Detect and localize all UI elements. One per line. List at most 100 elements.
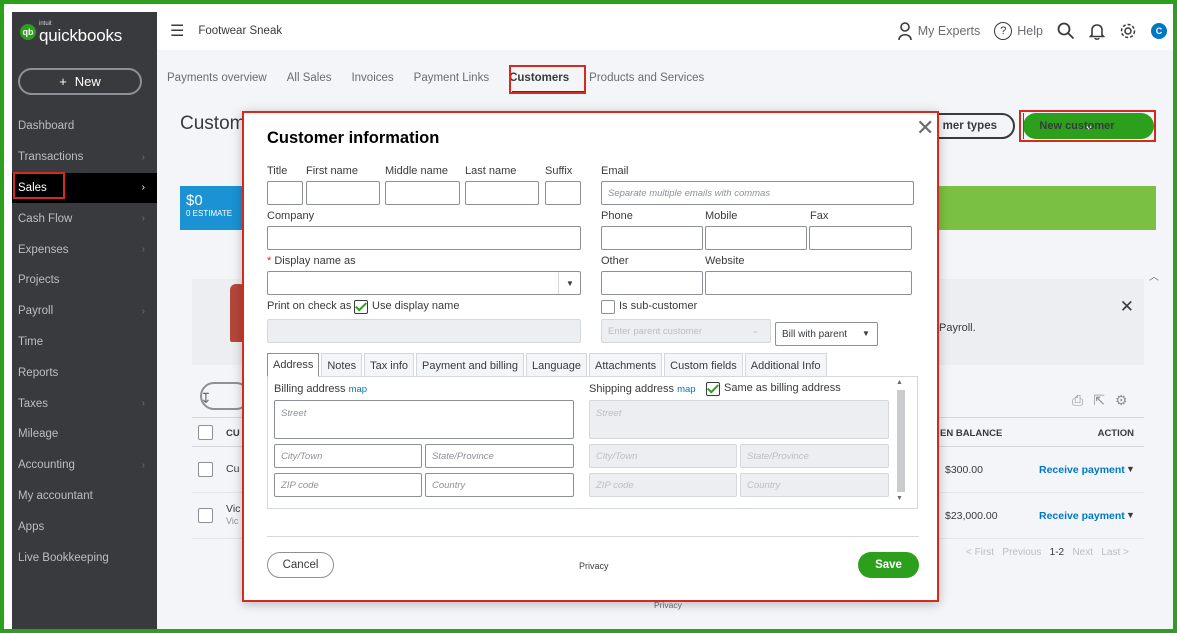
mobile-field[interactable] [705, 226, 807, 250]
billing-zip-field[interactable]: ZIP code [274, 473, 422, 497]
hamburger-menu-icon[interactable]: ☰ [170, 21, 184, 41]
gear-icon[interactable] [1119, 22, 1137, 40]
tab-payments-overview[interactable]: Payments overview [157, 62, 277, 94]
title-field[interactable] [267, 181, 303, 205]
next-page-link[interactable]: Next [1072, 547, 1093, 558]
tab-payment-and-billing[interactable]: Payment and billing [416, 353, 525, 377]
save-button[interactable]: Save [858, 552, 919, 578]
select-all-checkbox[interactable] [198, 425, 213, 440]
scroll-down-icon[interactable]: ▼ [896, 495, 903, 502]
receive-payment-link[interactable]: Receive payment [1039, 510, 1125, 522]
billing-map-link[interactable]: map [349, 384, 367, 395]
sidebar-item-my-accountant[interactable]: My accountant [12, 481, 157, 512]
parent-customer-select[interactable]: Enter parent customer [601, 319, 771, 343]
first-name-field[interactable] [306, 181, 380, 205]
scroll-up-icon[interactable]: ▲ [896, 379, 903, 386]
tab-attachments[interactable]: Attachments [589, 353, 663, 377]
chevron-down-icon[interactable]: ▼ [566, 279, 574, 288]
company-field[interactable] [267, 226, 581, 250]
same-as-billing-checkbox[interactable] [706, 382, 720, 396]
website-field[interactable] [705, 271, 912, 295]
settings-icon[interactable]: ⚙ [1115, 392, 1128, 409]
sidebar-item-transactions[interactable]: Transactions › [12, 142, 157, 173]
search-icon[interactable] [1057, 22, 1075, 40]
action-dropdown-icon[interactable]: ▼ [1126, 464, 1135, 474]
billing-state-field[interactable]: State/Province [425, 444, 574, 468]
billing-country-field[interactable]: Country [425, 473, 574, 497]
last-name-field[interactable] [465, 181, 539, 205]
tab-tax-info[interactable]: Tax info [364, 353, 415, 377]
sidebar-item-time[interactable]: Time [12, 327, 157, 358]
tab-additional-info[interactable]: Additional Info [744, 353, 827, 377]
row-checkbox[interactable] [198, 508, 213, 523]
shipping-state-field[interactable]: State/Province [740, 444, 889, 468]
fax-field[interactable] [809, 226, 912, 250]
row-checkbox[interactable] [198, 462, 213, 477]
middle-name-field[interactable] [385, 181, 460, 205]
header-open-balance[interactable]: EN BALANCE [940, 428, 1002, 439]
receive-payment-link[interactable]: Receive payment [1039, 464, 1125, 476]
panel-scrollbar[interactable]: ▲ ▼ [895, 379, 907, 505]
tab-all-sales[interactable]: All Sales [277, 62, 342, 94]
new-button[interactable]: + New [18, 68, 142, 95]
customer-name[interactable]: Cu [226, 463, 239, 475]
collapse-up-icon[interactable]: ︿ [1149, 268, 1159, 283]
quickbooks-logo[interactable]: qb intuit quickbooks [20, 18, 122, 46]
sidebar-item-payroll[interactable]: Payroll › [12, 296, 157, 327]
shipping-city-field[interactable]: City/Town [589, 444, 737, 468]
shipping-map-link[interactable]: map [677, 384, 695, 395]
privacy-link[interactable]: Privacy [579, 561, 609, 571]
sidebar-item-accounting[interactable]: Accounting › [12, 450, 157, 481]
sidebar-item-cash-flow[interactable]: Cash Flow › [12, 203, 157, 234]
sidebar-item-reports[interactable]: Reports [12, 357, 157, 388]
sidebar-item-live-bookkeeping[interactable]: Live Bookkeeping [12, 542, 157, 573]
sort-icon[interactable]: ↧ [200, 390, 212, 407]
first-page-link[interactable]: < First [966, 547, 994, 558]
scrollbar-thumb[interactable] [897, 390, 905, 492]
display-name-select[interactable] [267, 271, 581, 295]
sidebar-item-taxes[interactable]: Taxes › [12, 388, 157, 419]
help-link[interactable]: ? Help [994, 22, 1043, 40]
close-icon[interactable]: ✕ [916, 115, 934, 141]
customer-name[interactable]: Vic [226, 503, 240, 515]
header-customer[interactable]: CU [226, 428, 240, 439]
is-sub-customer-checkbox[interactable] [601, 300, 615, 314]
phone-field[interactable] [601, 226, 703, 250]
tab-payment-links[interactable]: Payment Links [404, 62, 499, 94]
shipping-zip-field[interactable]: ZIP code [589, 473, 737, 497]
my-experts-link[interactable]: My Experts [897, 21, 980, 41]
bell-icon[interactable] [1089, 22, 1105, 40]
chevron-down-icon[interactable]: ▼ [862, 329, 870, 338]
paid-money-bar[interactable] [932, 186, 1156, 230]
cancel-button[interactable]: Cancel [267, 552, 334, 578]
last-page-link[interactable]: Last > [1101, 547, 1129, 558]
previous-page-link[interactable]: Previous [1002, 547, 1041, 558]
avatar[interactable]: C [1151, 23, 1167, 39]
tab-notes[interactable]: Notes [321, 353, 363, 377]
sidebar-item-sales[interactable]: Sales › [12, 172, 157, 204]
sidebar-item-projects[interactable]: Projects [12, 265, 157, 296]
billing-city-field[interactable]: City/Town [274, 444, 422, 468]
export-icon[interactable]: ⇱ [1093, 392, 1105, 409]
tab-products-and-services[interactable]: Products and Services [579, 62, 714, 94]
print-on-check-field[interactable] [267, 319, 581, 343]
action-dropdown-icon[interactable]: ▼ [1126, 510, 1135, 520]
sidebar-item-apps[interactable]: Apps [12, 511, 157, 542]
email-field[interactable]: Separate multiple emails with commas [601, 181, 914, 205]
print-icon[interactable]: ⎙ [1072, 392, 1083, 409]
use-display-name-checkbox[interactable] [354, 300, 368, 314]
other-field[interactable] [601, 271, 703, 295]
sidebar-item-dashboard[interactable]: Dashboard [12, 111, 157, 142]
shipping-street-field[interactable]: Street [589, 400, 889, 439]
tab-custom-fields[interactable]: Custom fields [664, 353, 743, 377]
shipping-country-field[interactable]: Country [740, 473, 889, 497]
tab-invoices[interactable]: Invoices [341, 62, 403, 94]
billing-street-field[interactable]: Street [274, 400, 574, 439]
close-banner-icon[interactable]: ✕ [1120, 297, 1134, 317]
estimate-money-bar[interactable]: $0 0 ESTIMATE [180, 186, 244, 230]
sidebar-item-mileage[interactable]: Mileage [12, 419, 157, 450]
suffix-field[interactable] [545, 181, 581, 205]
sidebar-item-expenses[interactable]: Expenses › [12, 234, 157, 265]
tab-language[interactable]: Language [526, 353, 587, 377]
tab-address[interactable]: Address [267, 353, 320, 377]
